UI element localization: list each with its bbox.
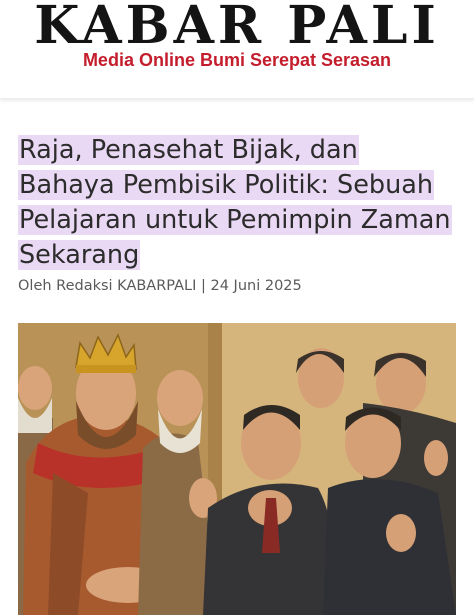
site-tagline: Media Online Bumi Serepat Serasan bbox=[82, 50, 392, 70]
article-title-text: Raja, Penasehat Bijak, dan Bahaya Pembis… bbox=[18, 135, 452, 270]
featured-image[interactable] bbox=[18, 323, 456, 615]
site-logo[interactable]: KABAR PALI bbox=[0, 0, 474, 52]
article-byline: Oleh Redaksi KABARPALI | 24 Juni 2025 bbox=[18, 278, 302, 294]
site-header: KABAR PALI Media Online Bumi Serepat Ser… bbox=[0, 0, 474, 99]
featured-illustration bbox=[18, 323, 456, 615]
article-title: Raja, Penasehat Bijak, dan Bahaya Pembis… bbox=[18, 133, 458, 273]
